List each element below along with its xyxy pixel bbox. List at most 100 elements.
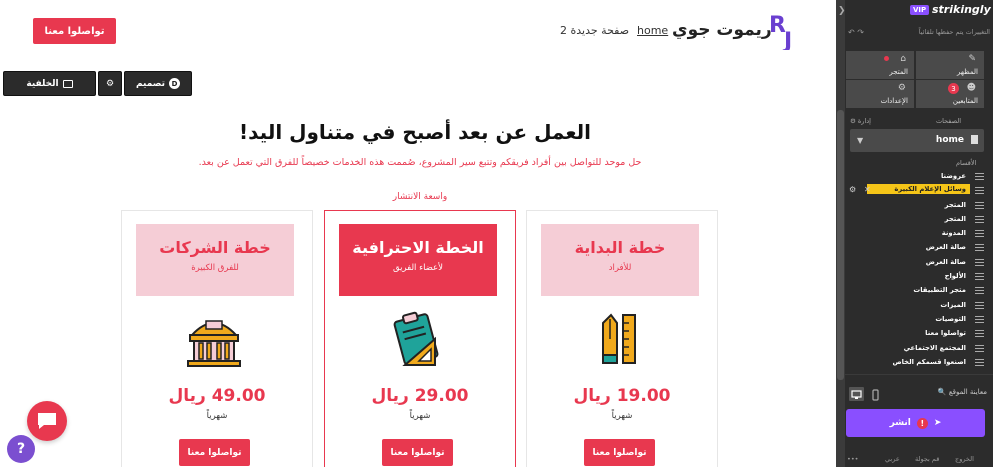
tile-settings[interactable]: ⚙ الإعدادات: [846, 80, 914, 108]
card-header: خطة البداية للأفراد: [541, 224, 699, 296]
drag-handle-icon[interactable]: [975, 273, 984, 281]
manage-pages-link[interactable]: ⚙ إدارة: [850, 117, 871, 125]
section-label: تواصلوا معنا: [925, 329, 966, 338]
card-price[interactable]: 49.00 ريال: [122, 386, 312, 406]
section-label: الميزات: [940, 300, 966, 309]
publish-button[interactable]: انشر ! ➤: [846, 409, 985, 437]
drag-handle-icon[interactable]: [975, 258, 984, 266]
section-item[interactable]: متجر التطبيقات: [846, 284, 986, 298]
design-badge: D: [169, 78, 180, 89]
section-label: المجتمع الاجتماعي: [903, 343, 966, 352]
drag-handle-icon[interactable]: [975, 287, 984, 295]
pricing-subtitle[interactable]: حل موحد للتواصل بين أفراد فريقكم وتتبع س…: [160, 157, 680, 168]
settings-gear-icon: ⚙: [897, 83, 906, 93]
image-icon: [62, 79, 73, 88]
drag-handle-icon[interactable]: [975, 187, 984, 195]
tile-store[interactable]: ⌂ المتجر: [846, 51, 914, 79]
card-title[interactable]: الخطة الاحترافية: [339, 238, 497, 257]
drag-handle-icon[interactable]: [975, 330, 984, 338]
editor-root: تواصلوا معنا R J ريموت جوي home صفحة جدي…: [0, 0, 993, 467]
section-label: وسائل الإعلام الكبيرة: [867, 184, 970, 195]
help-button[interactable]: ?: [7, 435, 35, 463]
logo-rj-icon[interactable]: R J: [769, 10, 805, 50]
pricing-title[interactable]: العمل عن بعد أصبح في متناول اليد!: [200, 120, 630, 144]
section-item[interactable]: المتجر: [846, 213, 986, 227]
drag-handle-icon[interactable]: [975, 173, 984, 180]
sidebar-scrollbar[interactable]: [836, 0, 845, 467]
section-settings-button[interactable]: ⚙: [98, 71, 122, 96]
language-link[interactable]: عربي: [885, 455, 900, 463]
section-item[interactable]: المجتمع الاجتماعي: [846, 342, 986, 356]
section-item[interactable]: المتجر: [846, 199, 986, 213]
clipboard-icon[interactable]: [387, 309, 447, 369]
section-list: عروضنا وسائل الإعلام الكبيرة ✕ ⚙ المتجر المتج…: [846, 170, 986, 370]
desktop-view-toggle[interactable]: [849, 387, 864, 401]
card-contact-button[interactable]: تواصلوا معنا: [382, 439, 453, 466]
tile-appearance[interactable]: ✎ المظهر: [916, 51, 984, 79]
card-period[interactable]: شهرياً: [122, 411, 312, 421]
card-subtitle[interactable]: لأعضاء الفريق: [339, 263, 497, 273]
section-item[interactable]: صالة العرض: [846, 256, 986, 270]
section-label: متجر التطبيقات: [913, 286, 966, 295]
card-title[interactable]: خطة البداية: [541, 238, 699, 257]
chat-widget-button[interactable]: [27, 401, 67, 441]
section-label: التوصيات: [935, 314, 966, 323]
remove-section-icon[interactable]: ✕: [864, 185, 871, 194]
card-period[interactable]: شهرياً: [325, 411, 515, 421]
site-canvas: تواصلوا معنا R J ريموت جوي home صفحة جدي…: [0, 0, 836, 467]
page-select[interactable]: ▼ home: [850, 129, 984, 152]
card-title[interactable]: خطة الشركات: [136, 238, 294, 257]
section-settings-icon[interactable]: ⚙: [849, 185, 856, 194]
pen-ruler-icon[interactable]: [589, 309, 649, 369]
drag-handle-icon[interactable]: [975, 344, 984, 352]
section-item[interactable]: الميزات: [846, 299, 986, 313]
preview-site-link[interactable]: 🔍 معاينة الموقع: [938, 388, 987, 396]
card-price[interactable]: 19.00 ريال: [527, 386, 717, 406]
building-icon[interactable]: [184, 309, 244, 369]
drag-handle-icon[interactable]: [975, 230, 984, 238]
section-design-button[interactable]: تصميم D: [124, 71, 192, 96]
card-subtitle[interactable]: للأفراد: [541, 263, 699, 273]
drag-handle-icon[interactable]: [975, 201, 984, 209]
nav-link-home[interactable]: home: [637, 24, 668, 37]
mobile-icon: [872, 389, 879, 401]
section-label: صالة العرض: [925, 257, 966, 266]
collapse-sidebar-icon[interactable]: ❯: [838, 6, 846, 16]
section-label: المتجر: [944, 200, 966, 209]
section-background-button[interactable]: الخلفية: [3, 71, 96, 96]
section-item[interactable]: المدونة: [846, 227, 986, 241]
section-item[interactable]: الألواح: [846, 270, 986, 284]
section-item[interactable]: عروضنا: [846, 170, 986, 184]
tile-label: المتجر: [889, 68, 908, 76]
exit-label: الخروج: [955, 455, 974, 463]
undo-redo-icons[interactable]: ↶ ↷: [848, 28, 864, 37]
card-period[interactable]: شهرياً: [527, 411, 717, 421]
tour-link[interactable]: قم بجولة: [915, 455, 939, 463]
more-icon[interactable]: •••: [847, 455, 859, 463]
card-subtitle[interactable]: للفرق الكبيرة: [136, 263, 294, 273]
design-label: تصميم: [135, 78, 165, 89]
section-item[interactable]: اصنعوا قسمكم الخاص: [846, 356, 986, 370]
drag-handle-icon[interactable]: [975, 315, 984, 323]
section-item[interactable]: صالة العرض: [846, 241, 986, 255]
card-price[interactable]: 29.00 ريال: [325, 386, 515, 406]
popular-label[interactable]: واسعة الانتشار: [370, 192, 470, 202]
nav-link-page2[interactable]: صفحة جديدة 2: [560, 24, 629, 37]
drag-handle-icon[interactable]: [975, 215, 984, 223]
drag-handle-icon[interactable]: [975, 301, 984, 309]
section-item[interactable]: تواصلوا معنا: [846, 327, 986, 341]
scrollbar-thumb[interactable]: [837, 110, 844, 380]
drag-handle-icon[interactable]: [975, 244, 984, 252]
section-item[interactable]: وسائل الإعلام الكبيرة ✕ ⚙: [846, 184, 986, 198]
tile-label: المتابعين: [952, 97, 978, 105]
notification-dot: [884, 56, 889, 61]
section-item[interactable]: التوصيات: [846, 313, 986, 327]
card-contact-button[interactable]: تواصلوا معنا: [584, 439, 655, 466]
brand-name[interactable]: ريموت جوي: [672, 20, 772, 40]
drag-handle-icon[interactable]: [975, 358, 984, 366]
card-contact-button[interactable]: تواصلوا معنا: [179, 439, 250, 466]
mobile-view-toggle[interactable]: [868, 387, 883, 401]
header-contact-button[interactable]: تواصلوا معنا: [33, 18, 116, 44]
tile-followers[interactable]: ☻ 3 المتابعين: [916, 80, 984, 108]
section-label: الألواح: [944, 272, 966, 281]
